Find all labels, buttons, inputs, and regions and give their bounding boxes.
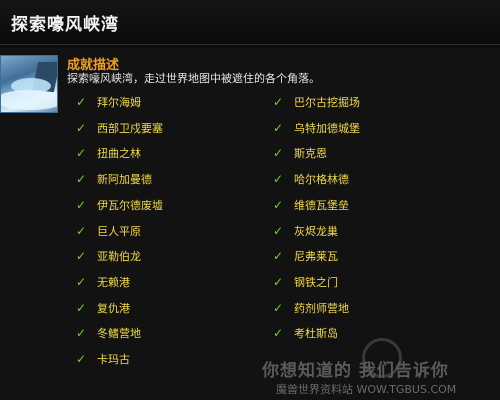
checkmark-icon: ✓ bbox=[76, 172, 87, 186]
checkmark-icon: ✓ bbox=[273, 146, 284, 160]
checkmark-icon: ✓ bbox=[76, 224, 87, 238]
criteria-label: 维德瓦堡垒 bbox=[294, 199, 349, 212]
criteria-label: 新阿加曼德 bbox=[97, 173, 152, 186]
criteria-item: ✓ 巨人平原 bbox=[76, 221, 141, 241]
checkmark-icon: ✓ bbox=[76, 352, 87, 366]
criteria-item: ✓ 新阿加曼德 bbox=[76, 169, 152, 189]
criteria-item: ✓ 乌特加德城堡 bbox=[273, 118, 360, 138]
criteria-label: 复仇港 bbox=[97, 302, 130, 315]
criteria-label: 乌特加德城堡 bbox=[294, 122, 360, 135]
checkmark-icon: ✓ bbox=[273, 301, 284, 315]
criteria-label: 钢铁之门 bbox=[294, 276, 338, 289]
checkmark-icon: ✓ bbox=[273, 121, 284, 135]
criteria-item: ✓ 扭曲之林 bbox=[76, 143, 141, 163]
criteria-label: 冬鳍营地 bbox=[97, 327, 141, 340]
criteria-item: ✓ 亚勒伯龙 bbox=[76, 246, 141, 266]
criteria-item: ✓ 维德瓦堡垒 bbox=[273, 195, 349, 215]
criteria-label: 考杜斯岛 bbox=[294, 327, 338, 340]
criteria-label: 拜尔海姆 bbox=[97, 96, 141, 109]
watermark-slogan: 你想知道的 我们告诉你 bbox=[262, 361, 449, 381]
checkmark-icon: ✓ bbox=[76, 249, 87, 263]
criteria-label: 无赖港 bbox=[97, 276, 130, 289]
criteria-item: ✓ 药剂师营地 bbox=[273, 298, 349, 318]
criteria-item: ✓ 拜尔海姆 bbox=[76, 92, 141, 112]
criteria-label: 哈尔格林德 bbox=[294, 173, 349, 186]
criteria-item: ✓ 伊瓦尔德废墟 bbox=[76, 195, 163, 215]
criteria-label: 巴尔古挖掘场 bbox=[294, 96, 360, 109]
achievement-image bbox=[0, 55, 58, 113]
criteria-item: ✓ 巴尔古挖掘场 bbox=[273, 92, 360, 112]
criteria-item: ✓ 西部卫戍要塞 bbox=[76, 118, 163, 138]
checkmark-icon: ✓ bbox=[76, 198, 87, 212]
criteria-label: 亚勒伯龙 bbox=[97, 250, 141, 263]
criteria-item: ✓ 尼弗莱瓦 bbox=[273, 246, 338, 266]
criteria-item: ✓ 斯克恩 bbox=[273, 143, 327, 163]
criteria-label: 斯克恩 bbox=[294, 147, 327, 160]
checkmark-icon: ✓ bbox=[76, 275, 87, 289]
criteria-label: 灰烬龙巢 bbox=[294, 225, 338, 238]
criteria-item: ✓ 冬鳍营地 bbox=[76, 323, 141, 343]
criteria-label: 药剂师营地 bbox=[294, 302, 349, 315]
checkmark-icon: ✓ bbox=[273, 95, 284, 109]
achievement-panel bbox=[0, 48, 500, 400]
criteria-label: 卡玛古 bbox=[97, 353, 130, 366]
checkmark-icon: ✓ bbox=[76, 95, 87, 109]
checkmark-icon: ✓ bbox=[273, 224, 284, 238]
criteria-item: ✓ 复仇港 bbox=[76, 298, 130, 318]
criteria-item: ✓ 灰烬龙巢 bbox=[273, 221, 338, 241]
checkmark-icon: ✓ bbox=[76, 326, 87, 340]
criteria-item: ✓ 无赖港 bbox=[76, 272, 130, 292]
criteria-label: 伊瓦尔德废墟 bbox=[97, 199, 163, 212]
checkmark-icon: ✓ bbox=[76, 146, 87, 160]
checkmark-icon: ✓ bbox=[76, 121, 87, 135]
checkmark-icon: ✓ bbox=[273, 326, 284, 340]
criteria-item: ✓ 钢铁之门 bbox=[273, 272, 338, 292]
achievement-description: 探索嚎风峡湾，走过世界地图中被遮住的各个角落。 bbox=[67, 72, 320, 85]
criteria-label: 巨人平原 bbox=[97, 225, 141, 238]
criteria-item: ✓ 哈尔格林德 bbox=[273, 169, 349, 189]
checkmark-icon: ✓ bbox=[273, 198, 284, 212]
checkmark-icon: ✓ bbox=[273, 275, 284, 289]
checkmark-icon: ✓ bbox=[273, 172, 284, 186]
checkmark-icon: ✓ bbox=[76, 301, 87, 315]
window-title: 探索嚎风峡湾 bbox=[11, 15, 119, 35]
criteria-item: ✓ 考杜斯岛 bbox=[273, 323, 338, 343]
image-surf bbox=[1, 90, 57, 110]
criteria-label: 尼弗莱瓦 bbox=[294, 250, 338, 263]
criteria-label: 西部卫戍要塞 bbox=[97, 122, 163, 135]
watermark-site: 魔兽世界资料站 WOW.TGBUS.COM bbox=[276, 383, 457, 396]
checkmark-icon: ✓ bbox=[273, 249, 284, 263]
criteria-item: ✓ 卡玛古 bbox=[76, 349, 130, 369]
criteria-label: 扭曲之林 bbox=[97, 147, 141, 160]
title-bar: 探索嚎风峡湾 bbox=[0, 0, 500, 45]
